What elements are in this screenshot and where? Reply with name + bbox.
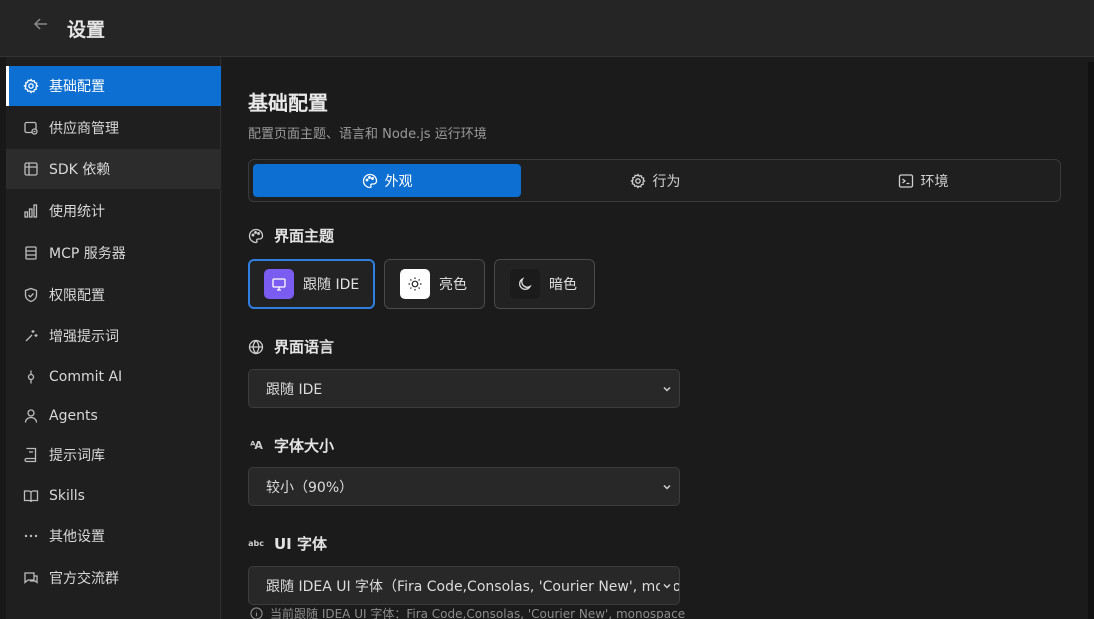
monitor-icon <box>264 269 294 299</box>
globe-icon <box>248 339 264 355</box>
chat-icon <box>22 569 40 587</box>
sidebar-item-label: MCP 服务器 <box>49 246 126 262</box>
sparkle-icon <box>22 327 40 345</box>
sidebar-item-label: 增强提示词 <box>49 329 119 345</box>
theme-option-follow-ide[interactable]: 跟随 IDE <box>248 259 375 309</box>
sidebar-item-label: 权限配置 <box>49 288 105 304</box>
info-icon <box>250 607 263 619</box>
sun-icon <box>400 269 430 299</box>
tab-behavior[interactable]: 行为 <box>521 164 789 197</box>
palette-icon <box>248 228 264 244</box>
sidebar-item-label: Agents <box>49 408 98 424</box>
section-subtitle: 配置页面主题、语言和 Node.js 运行环境 <box>248 127 487 142</box>
sidebar-item-label: SDK 依赖 <box>49 162 111 178</box>
sidebar-item-providers[interactable]: 供应商管理 <box>6 108 221 148</box>
font-size-select[interactable]: 较小（90%） <box>248 467 680 506</box>
ellipsis-icon <box>22 527 40 545</box>
book-icon <box>22 446 40 464</box>
theme-option-light[interactable]: 亮色 <box>384 259 485 309</box>
sidebar-item-label: Commit AI <box>49 369 123 385</box>
tab-label: 环境 <box>920 173 949 190</box>
sidebar-item-mcp[interactable]: MCP 服务器 <box>6 233 221 273</box>
gear-icon <box>629 172 646 189</box>
language-label: 界面语言 <box>248 336 334 357</box>
tab-label: 外观 <box>384 173 413 190</box>
tab-label: 行为 <box>652 173 681 190</box>
main-panel: 基础配置 配置页面主题、语言和 Node.js 运行环境 外观 行为 环境 界面… <box>222 57 1094 619</box>
sidebar-item-label: 官方交流群 <box>49 571 119 587</box>
ui-font-label: abc UI 字体 <box>248 535 327 553</box>
theme-option-dark[interactable]: 暗色 <box>494 259 595 309</box>
sidebar-item-other-settings[interactable]: 其他设置 <box>6 516 221 556</box>
ui-font-select[interactable]: 跟随 IDEA UI 字体（Fira Code,Consolas, 'Couri… <box>248 566 680 605</box>
font-size-label: ᴬA 字体大小 <box>248 435 334 456</box>
user-icon <box>22 407 40 425</box>
tab-environment[interactable]: 环境 <box>789 164 1057 197</box>
sidebar-item-enhance-prompt[interactable]: 增强提示词 <box>6 316 221 356</box>
sidebar-item-label: Skills <box>49 488 85 504</box>
gear-icon <box>22 77 40 95</box>
theme-label: 界面主题 <box>248 225 334 246</box>
language-select[interactable]: 跟随 IDE <box>248 369 680 408</box>
sidebar-item-commit-ai[interactable]: Commit AI <box>6 357 221 397</box>
font-size-icon: ᴬA <box>250 439 263 452</box>
sidebar-item-sdk[interactable]: SDK 依赖 <box>6 149 221 189</box>
sidebar-item-label: 使用统计 <box>49 204 105 220</box>
scrollbar[interactable] <box>1088 62 1094 619</box>
sidebar-item-basic-config[interactable]: 基础配置 <box>6 66 221 106</box>
terminal-icon <box>898 173 914 189</box>
sidebar-item-label: 基础配置 <box>49 79 105 95</box>
settings-tabs: 外观 行为 环境 <box>248 159 1061 202</box>
moon-icon <box>510 269 540 299</box>
provider-icon <box>22 119 40 137</box>
sidebar-item-skills[interactable]: Skills <box>6 476 221 516</box>
sidebar-item-label: 供应商管理 <box>49 121 119 137</box>
palette-icon <box>362 173 378 189</box>
sidebar-item-permissions[interactable]: 权限配置 <box>6 275 221 315</box>
tab-appearance[interactable]: 外观 <box>253 164 521 197</box>
section-title: 基础配置 <box>248 91 328 115</box>
open-book-icon <box>22 487 40 505</box>
shield-icon <box>22 286 40 304</box>
package-icon <box>22 160 40 178</box>
text-abc-icon: abc <box>248 539 264 548</box>
sidebar-item-usage[interactable]: 使用统计 <box>6 191 221 231</box>
bar-chart-icon <box>22 202 40 220</box>
sidebar-item-agents[interactable]: Agents <box>6 396 221 436</box>
sidebar-item-label: 提示词库 <box>49 448 105 464</box>
chevron-down-icon <box>660 480 674 494</box>
commit-icon <box>22 368 40 386</box>
settings-header: 设置 <box>0 0 1094 57</box>
back-arrow-icon[interactable] <box>30 16 52 38</box>
chevron-down-icon <box>660 579 674 593</box>
sidebar-item-label: 其他设置 <box>49 529 105 545</box>
chevron-down-icon <box>660 382 674 396</box>
sidebar-item-prompt-library[interactable]: 提示词库 <box>6 435 221 475</box>
server-icon <box>22 244 40 262</box>
ui-font-hint: 当前跟随 IDEA UI 字体：Fira Code,Consolas, 'Cou… <box>250 605 685 619</box>
page-title: 设置 <box>67 19 106 41</box>
sidebar-item-community[interactable]: 官方交流群 <box>6 558 221 598</box>
sidebar: 基础配置 供应商管理 SDK 依赖 使用统计 MCP 服务器 权限配置 增强提示… <box>6 57 221 619</box>
